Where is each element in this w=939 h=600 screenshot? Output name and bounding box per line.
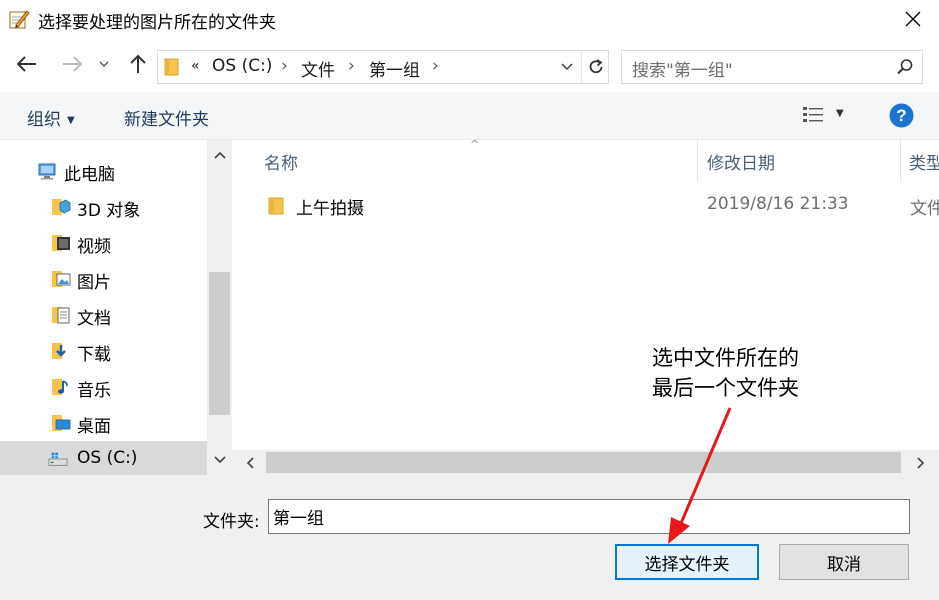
scroll-left-button[interactable] xyxy=(240,453,260,473)
chevron-up-icon xyxy=(213,151,226,159)
column-header-type[interactable]: 类型 xyxy=(909,149,939,174)
refresh-icon xyxy=(589,59,603,74)
computer-icon xyxy=(38,163,56,180)
notepad-pencil-icon xyxy=(9,10,30,29)
chevron-right-icon[interactable]: › xyxy=(432,56,439,76)
annotation-callout: 选中文件所在的 最后一个文件夹 xyxy=(652,343,799,403)
address-segment-files[interactable]: 文件 xyxy=(301,56,335,81)
navigation-row: « OS (C:) › 文件 › 第一组 › 搜索"第一组" xyxy=(0,38,939,92)
back-button[interactable] xyxy=(13,50,41,78)
videos-icon xyxy=(52,235,70,251)
music-icon xyxy=(52,379,68,395)
sidebar-item-label: OS (C:) xyxy=(77,448,138,468)
sidebar-item-videos[interactable]: 视频 xyxy=(0,225,207,261)
scrollbar-thumb[interactable] xyxy=(266,452,901,473)
forward-button[interactable] xyxy=(58,50,86,78)
search-placeholder: 搜索"第一组" xyxy=(632,61,733,81)
address-segment-group1[interactable]: 第一组 xyxy=(369,56,420,81)
address-overflow[interactable]: « xyxy=(191,58,200,74)
new-folder-button[interactable]: 新建文件夹 xyxy=(124,105,209,130)
scrollbar-thumb[interactable] xyxy=(209,272,230,415)
title-bar: 选择要处理的图片所在的文件夹 xyxy=(0,0,939,38)
sort-ascending-icon: ^ xyxy=(470,138,480,151)
sidebar-item-os-drive[interactable]: OS (C:) xyxy=(0,441,207,477)
sidebar-item-label: 图片 xyxy=(77,273,111,293)
sidebar-item-3d-objects[interactable]: 3D 对象 xyxy=(0,189,207,225)
organize-menu[interactable]: 组织 ▼ xyxy=(27,105,75,130)
sidebar-item-label: 3D 对象 xyxy=(77,201,141,221)
pictures-icon xyxy=(52,271,71,287)
view-dropdown-icon[interactable]: ▼ xyxy=(836,108,844,119)
folder-icon xyxy=(268,197,284,215)
annotation-line: 最后一个文件夹 xyxy=(652,376,799,400)
cancel-button[interactable]: 取消 xyxy=(779,544,909,580)
address-bar[interactable]: « OS (C:) › 文件 › 第一组 › xyxy=(157,50,609,84)
file-list: ^ 名称 修改日期 类型 上午拍摄 2019/8/16 21:33 文件夹 xyxy=(232,138,939,475)
arrow-left-icon xyxy=(16,56,36,72)
sidebar-item-music[interactable]: 音乐 xyxy=(0,369,207,405)
sidebar-item-this-pc[interactable]: 此电脑 xyxy=(0,153,207,189)
dialog-footer: 文件夹: 选择文件夹 取消 xyxy=(0,475,939,600)
file-type: 文件夹 xyxy=(910,199,939,219)
window-title: 选择要处理的图片所在的文件夹 xyxy=(38,13,276,33)
chevron-down-icon xyxy=(99,61,109,67)
column-header-modified[interactable]: 修改日期 xyxy=(707,149,775,174)
chevron-down-icon xyxy=(561,63,573,70)
scroll-down-button[interactable] xyxy=(207,449,232,471)
chevron-left-icon xyxy=(246,457,254,469)
column-divider[interactable] xyxy=(697,140,698,182)
scroll-up-button[interactable] xyxy=(207,144,232,166)
column-divider[interactable] xyxy=(900,140,901,182)
close-button[interactable] xyxy=(894,0,932,38)
folder-icon xyxy=(164,58,179,76)
navigation-pane: 此电脑 3D 对象 视频 图片 文档 下载 音乐 桌面 OS (C:) xyxy=(0,140,232,477)
column-header-name[interactable]: 名称 xyxy=(264,149,298,174)
search-icon[interactable] xyxy=(896,58,914,76)
file-name: 上午拍摄 xyxy=(296,199,364,219)
up-button[interactable] xyxy=(124,50,152,78)
sidebar-item-pictures[interactable]: 图片 xyxy=(0,261,207,297)
address-segment-drive[interactable]: OS (C:) xyxy=(212,56,272,76)
sidebar-item-label: 下载 xyxy=(77,345,111,365)
sidebar-item-desktop[interactable]: 桌面 xyxy=(0,405,207,441)
organize-label: 组织 xyxy=(27,110,61,130)
sidebar-item-label: 视频 xyxy=(77,237,111,257)
view-options-icon[interactable] xyxy=(802,105,824,125)
chevron-right-icon[interactable]: › xyxy=(348,56,355,76)
nav-vertical-scrollbar[interactable] xyxy=(207,140,232,475)
recent-locations-button[interactable] xyxy=(94,50,114,78)
folder-field-label: 文件夹: xyxy=(203,512,260,532)
address-history-dropdown[interactable] xyxy=(556,51,578,83)
documents-icon xyxy=(52,307,70,324)
scroll-right-button[interactable] xyxy=(911,453,931,473)
arrow-up-icon xyxy=(130,54,146,73)
sidebar-item-label: 桌面 xyxy=(77,417,111,437)
desktop-icon xyxy=(52,415,71,431)
sidebar-item-documents[interactable]: 文档 xyxy=(0,297,207,333)
refresh-button[interactable] xyxy=(581,51,609,83)
sidebar-item-label: 文档 xyxy=(77,309,111,329)
file-modified: 2019/8/16 21:33 xyxy=(707,194,849,214)
3d-objects-icon xyxy=(52,199,71,215)
chevron-right-icon xyxy=(917,457,925,469)
search-input[interactable]: 搜索"第一组" xyxy=(621,50,923,84)
close-icon xyxy=(905,11,921,27)
command-bar: 组织 ▼ 新建文件夹 ▼ xyxy=(0,92,939,140)
folder-name-field[interactable] xyxy=(268,499,910,534)
chevron-right-icon[interactable]: › xyxy=(281,56,288,76)
help-icon[interactable]: ? xyxy=(889,103,914,128)
drive-icon xyxy=(48,452,68,466)
sidebar-item-label: 此电脑 xyxy=(64,165,115,185)
annotation-line: 选中文件所在的 xyxy=(652,346,799,370)
select-folder-button[interactable]: 选择文件夹 xyxy=(615,544,759,580)
sidebar-item-downloads[interactable]: 下载 xyxy=(0,333,207,369)
list-horizontal-scrollbar[interactable] xyxy=(232,450,939,475)
chevron-down-icon xyxy=(213,456,226,464)
list-item[interactable]: 上午拍摄 2019/8/16 21:33 文件夹 xyxy=(260,190,939,222)
downloads-icon xyxy=(52,343,66,359)
caret-down-icon: ▼ xyxy=(67,114,75,126)
arrow-right-icon xyxy=(63,56,83,72)
svg-text:?: ? xyxy=(896,106,906,125)
sidebar-item-label: 音乐 xyxy=(77,381,111,401)
